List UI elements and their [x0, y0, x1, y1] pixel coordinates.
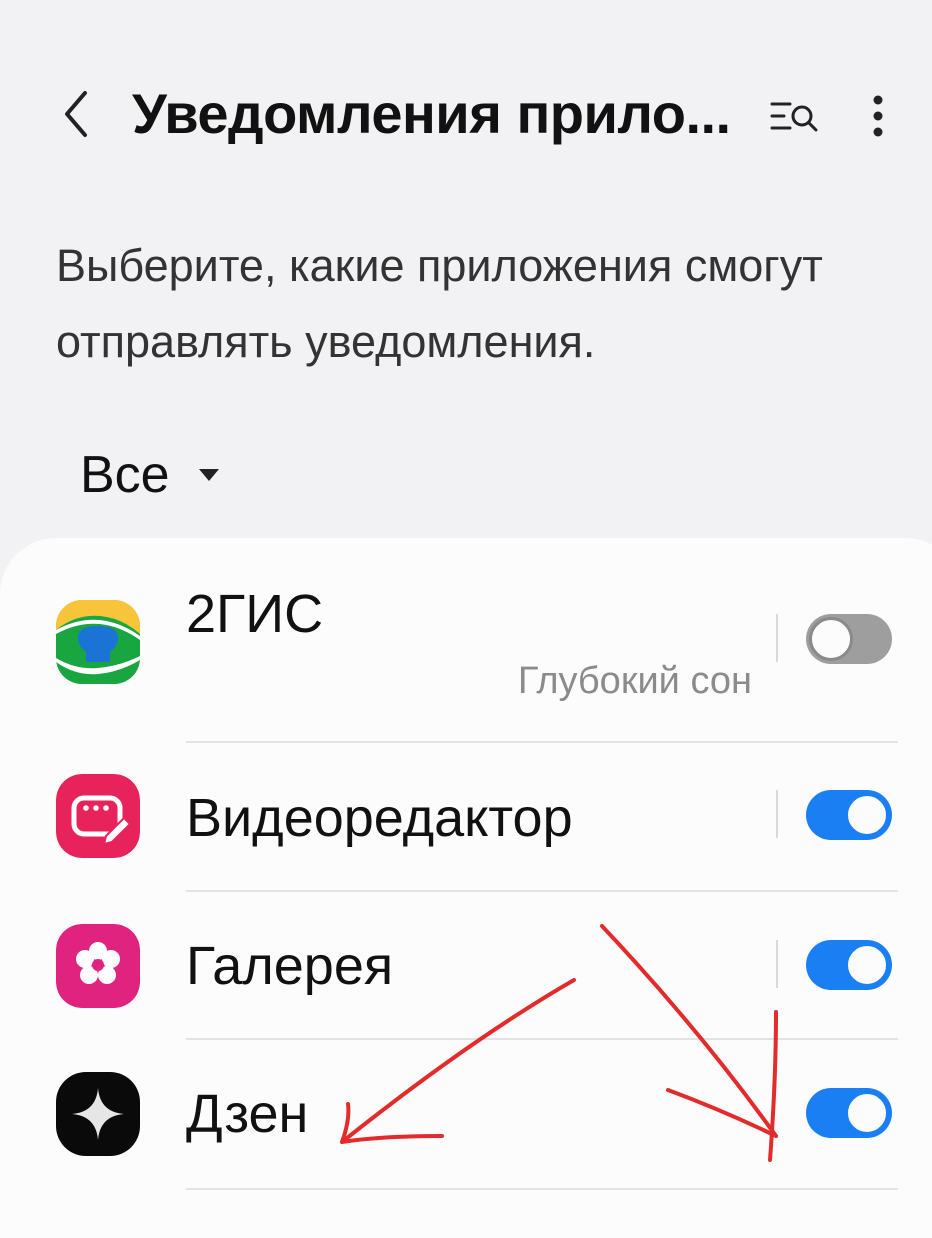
notification-toggle[interactable] — [806, 940, 892, 990]
app-name: Галерея — [186, 936, 394, 996]
description-text: Выберите, какие приложения смогут отправ… — [56, 240, 823, 367]
page-title: Уведомления прило... — [132, 82, 731, 145]
list-search-icon — [770, 102, 818, 132]
notification-toggle[interactable] — [806, 1088, 892, 1138]
toggle-knob — [845, 943, 889, 987]
dzen-icon — [56, 1072, 140, 1156]
more-vertical-icon — [873, 95, 883, 137]
app-name: Видеоредактор — [186, 788, 573, 848]
toggle-knob — [809, 617, 853, 661]
app-row-2gis[interactable]: 2ГИС Глубокий сон — [0, 560, 932, 740]
toggle-knob — [845, 793, 889, 837]
toggle-knob — [845, 1091, 889, 1135]
search-button[interactable] — [764, 88, 824, 144]
dropdown-arrow-icon — [198, 469, 219, 481]
chevron-left-icon — [65, 91, 87, 137]
app-name: Дзен — [186, 1084, 309, 1144]
notification-toggle[interactable] — [806, 790, 892, 840]
app-row-dzen[interactable]: Дзен — [0, 1040, 932, 1186]
row-divider — [776, 614, 778, 662]
list-separator — [186, 1188, 898, 1190]
app-name: 2ГИС — [186, 584, 324, 644]
gallery-icon — [56, 924, 140, 1008]
app-row-video-editor[interactable]: Видеоредактор — [0, 744, 932, 890]
app-row-gallery[interactable]: Галерея — [0, 892, 932, 1038]
app-bar: Уведомления прило... — [0, 60, 932, 170]
app-status: Глубокий сон — [517, 660, 752, 702]
list-separator — [186, 741, 898, 743]
row-divider — [776, 940, 778, 988]
notification-toggle[interactable] — [806, 614, 892, 664]
2gis-icon — [56, 600, 140, 684]
more-options-button[interactable] — [856, 88, 900, 144]
back-button[interactable] — [48, 84, 104, 144]
filter-selected-value: Все — [80, 446, 170, 504]
row-divider — [776, 790, 778, 838]
video-editor-icon — [56, 774, 140, 858]
filter-dropdown[interactable]: Все — [80, 440, 220, 510]
